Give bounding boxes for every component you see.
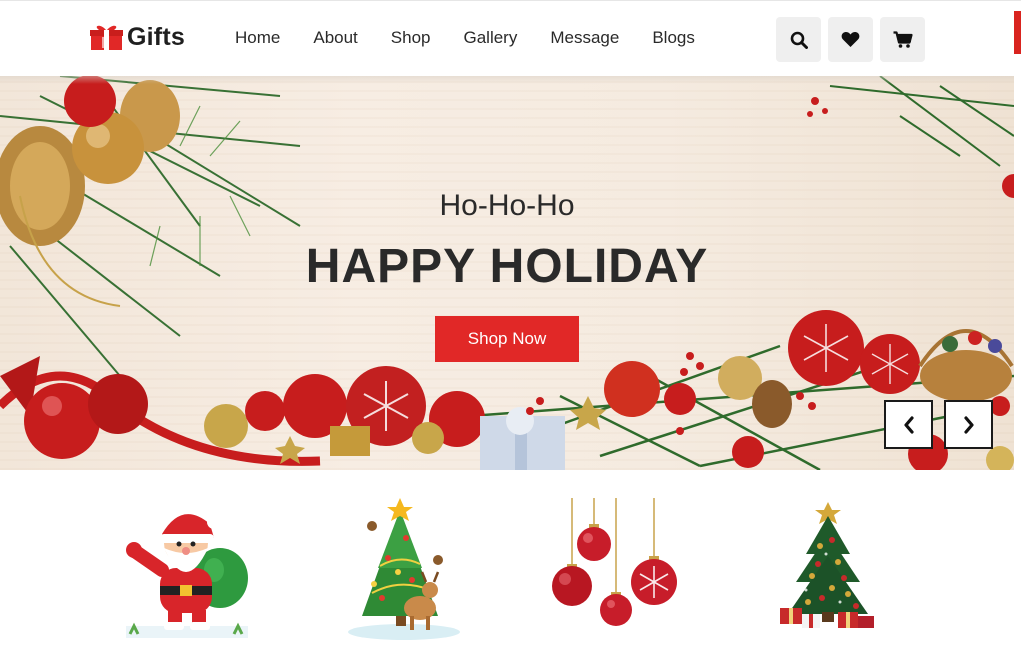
header-shadow: [0, 76, 1014, 84]
santa-claus-image[interactable]: [122, 498, 252, 643]
nav-gallery[interactable]: Gallery: [464, 28, 518, 48]
product-category-row: [0, 470, 1021, 658]
chevron-right-icon: [963, 415, 974, 434]
nav-blogs[interactable]: Blogs: [652, 28, 695, 48]
site-header: Gifts Home About Shop Gallery Message Bl…: [0, 0, 1021, 76]
decorated-christmas-tree-image[interactable]: [762, 498, 892, 643]
wishlist-button[interactable]: [828, 17, 873, 62]
hero-banner: Ho-Ho-Ho HAPPY HOLIDAY Shop Now: [0, 76, 1014, 470]
nav-shop[interactable]: Shop: [391, 28, 431, 48]
nav-home[interactable]: Home: [235, 28, 280, 48]
cart-icon: [893, 30, 913, 48]
carousel-prev-button[interactable]: [884, 400, 933, 449]
gift-icon: [90, 24, 123, 51]
hero-subtitle: Ho-Ho-Ho: [439, 189, 575, 222]
carousel-next-button[interactable]: [944, 400, 993, 449]
chevron-left-icon: [903, 415, 914, 434]
nav-message[interactable]: Message: [550, 28, 619, 48]
nav-about[interactable]: About: [313, 28, 357, 48]
heart-icon: [841, 31, 860, 47]
side-accent-bar: [1014, 11, 1021, 54]
cart-button[interactable]: [880, 17, 925, 62]
christmas-ornaments-image[interactable]: [548, 498, 678, 643]
hero-title: HAPPY HOLIDAY: [305, 240, 709, 293]
christmas-tree-reindeer-image[interactable]: [342, 498, 472, 643]
main-nav: Home About Shop Gallery Message Blogs: [235, 28, 695, 48]
search-button[interactable]: [776, 17, 821, 62]
shop-now-button[interactable]: Shop Now: [435, 316, 579, 362]
brand-logo[interactable]: Gifts: [90, 23, 185, 52]
search-icon: [790, 31, 808, 49]
header-actions: [776, 17, 925, 62]
brand-name: Gifts: [127, 23, 185, 51]
